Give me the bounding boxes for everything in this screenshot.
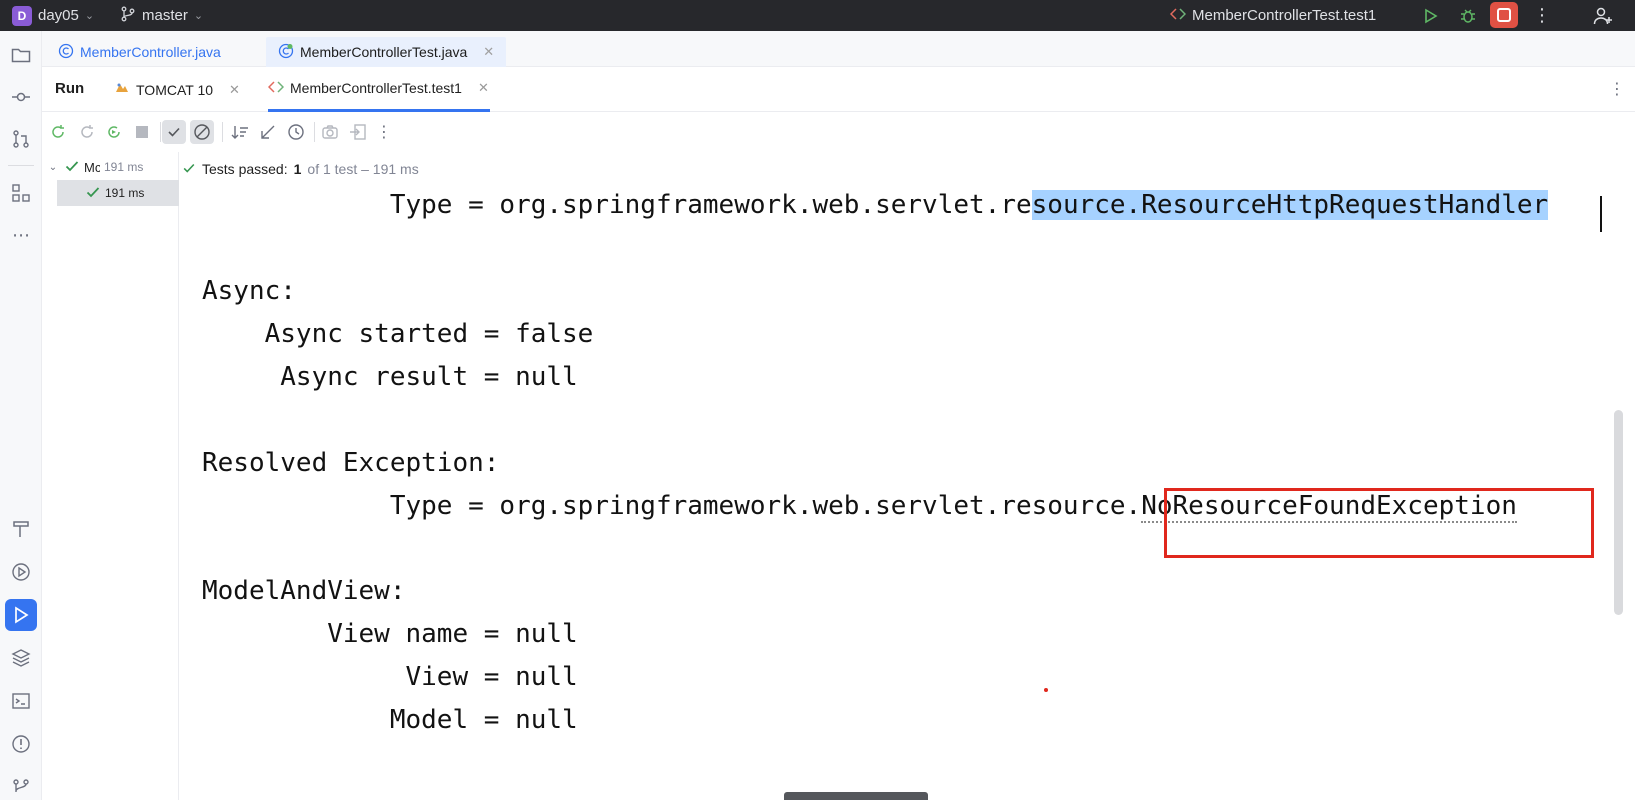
terminal-icon[interactable] bbox=[5, 685, 37, 717]
bottom-overlay-bar bbox=[784, 792, 928, 800]
test-duration: 191 ms bbox=[104, 160, 144, 174]
tab-tomcat[interactable]: TOMCAT 10 ✕ bbox=[114, 67, 240, 112]
more-options-icon[interactable]: ⋮ bbox=[1609, 79, 1625, 99]
divider bbox=[314, 122, 315, 142]
test-tree: ⌄ Mc 191 ms 191 ms bbox=[42, 152, 179, 800]
git-branch-icon bbox=[120, 6, 136, 26]
more-tools-icon[interactable]: ⋯ bbox=[5, 219, 37, 251]
show-passed-icon[interactable] bbox=[162, 120, 186, 144]
chevron-down-icon: ⌄ bbox=[84, 10, 95, 22]
console-line: Type = org.springframework.web.servlet.r… bbox=[202, 186, 1549, 224]
run-config-selector[interactable]: MemberControllerTest.test1 bbox=[1169, 0, 1377, 31]
text-caret bbox=[1600, 196, 1602, 232]
console-line: Async started = false bbox=[202, 319, 594, 349]
stop-icon[interactable] bbox=[1490, 2, 1518, 28]
close-icon[interactable]: ✕ bbox=[229, 82, 240, 98]
rerun-failed-icon[interactable] bbox=[75, 120, 99, 144]
console-line: View = null bbox=[202, 662, 578, 692]
selected-text: source.ResourceHttpRequestHandler bbox=[1031, 190, 1549, 220]
tab-label: MemberControllerTest.java bbox=[300, 44, 468, 60]
passed-count: 1 bbox=[293, 161, 302, 177]
check-icon bbox=[182, 161, 196, 178]
tab-label: MemberControllerTest.test1 bbox=[290, 80, 462, 96]
console-line: Async result = null bbox=[202, 362, 578, 392]
console-text: Type = org.springframework.web.servlet.r… bbox=[202, 190, 1032, 220]
stop-run-icon[interactable] bbox=[130, 120, 154, 144]
console-line: Resolved Exception: bbox=[202, 448, 500, 478]
branch-name: master bbox=[142, 7, 188, 24]
divider bbox=[160, 122, 161, 142]
project-selector[interactable]: D day05 ⌄ bbox=[12, 0, 94, 31]
project-name: day05 bbox=[38, 7, 79, 24]
test-duration: 191 ms bbox=[105, 186, 145, 200]
tomcat-icon bbox=[114, 80, 130, 99]
test-config-icon bbox=[1169, 6, 1187, 26]
divider bbox=[222, 122, 223, 142]
editor-tab-bar: MemberController.java MemberControllerTe… bbox=[42, 31, 1635, 67]
run-config-name: MemberControllerTest.test1 bbox=[1192, 7, 1377, 24]
pull-requests-icon[interactable] bbox=[5, 123, 37, 155]
test-config-icon bbox=[267, 79, 285, 98]
problems-icon[interactable] bbox=[5, 728, 37, 760]
rerun-icon[interactable] bbox=[46, 120, 70, 144]
project-folder-icon[interactable] bbox=[5, 39, 37, 71]
add-user-icon[interactable] bbox=[1590, 0, 1616, 31]
tab-test-run[interactable]: MemberControllerTest.test1 ✕ bbox=[267, 67, 490, 112]
services-icon[interactable] bbox=[5, 556, 37, 588]
more-icon[interactable]: ⋮ bbox=[1532, 0, 1552, 31]
annotation-highlight-box bbox=[1164, 488, 1594, 558]
test-class-label: Mc bbox=[84, 159, 100, 175]
run-tool-icon[interactable] bbox=[5, 599, 37, 631]
structure-icon[interactable] bbox=[5, 177, 37, 209]
ide-window: D day05 ⌄ master ⌄ MemberControllerTest.… bbox=[0, 0, 1635, 800]
toggle-auto-test-icon[interactable] bbox=[102, 120, 126, 144]
build-hammer-icon[interactable] bbox=[5, 513, 37, 545]
close-icon[interactable]: ✕ bbox=[478, 80, 489, 96]
more-icon[interactable]: ⋮ bbox=[372, 120, 396, 144]
vertical-scrollbar[interactable] bbox=[1614, 410, 1623, 615]
console-line: Model = null bbox=[202, 705, 578, 735]
tab-membercontroller[interactable]: MemberController.java bbox=[46, 37, 233, 67]
console-line: Async: bbox=[202, 276, 296, 306]
status-prefix: Tests passed: bbox=[202, 161, 288, 177]
test-status: Tests passed: 1 of 1 test – 191 ms bbox=[182, 154, 419, 184]
test-class-icon bbox=[278, 43, 294, 62]
pointer-dot bbox=[1044, 688, 1048, 692]
collapse-all-icon[interactable] bbox=[256, 120, 280, 144]
divider bbox=[8, 165, 34, 166]
console-text: Type = org.springframework.web.servlet.r… bbox=[202, 491, 1142, 521]
import-tests-icon[interactable] bbox=[346, 120, 370, 144]
title-bar: D day05 ⌄ master ⌄ MemberControllerTest.… bbox=[0, 0, 1635, 31]
chevron-down-icon: ⌄ bbox=[193, 10, 204, 22]
run-toolbar: ⋮ bbox=[42, 112, 1635, 152]
camera-icon[interactable] bbox=[318, 120, 342, 144]
version-control-icon[interactable] bbox=[5, 771, 37, 800]
tab-label: TOMCAT 10 bbox=[136, 81, 214, 98]
tab-label: MemberController.java bbox=[80, 44, 221, 60]
check-icon bbox=[64, 158, 80, 177]
class-icon bbox=[58, 43, 74, 62]
project-badge: D bbox=[12, 5, 32, 26]
console-line: ModelAndView: bbox=[202, 576, 406, 606]
test-tree-item[interactable]: 191 ms bbox=[57, 180, 179, 206]
debug-icon[interactable] bbox=[1456, 0, 1480, 31]
run-tool-window-header: Run TOMCAT 10 ✕ MemberControllerTest.tes… bbox=[42, 67, 1635, 112]
close-icon[interactable]: ✕ bbox=[483, 44, 494, 60]
chevron-down-icon: ⌄ bbox=[48, 161, 58, 173]
test-tree-root[interactable]: ⌄ Mc 191 ms bbox=[42, 154, 179, 180]
tool-window-strip: ⋯ bbox=[0, 31, 42, 800]
show-ignored-icon[interactable] bbox=[190, 120, 214, 144]
commit-icon[interactable] bbox=[5, 81, 37, 113]
sort-alphabetically-icon[interactable] bbox=[228, 120, 252, 144]
branch-selector[interactable]: master ⌄ bbox=[120, 0, 203, 31]
console-line: View name = null bbox=[202, 619, 578, 649]
run-window-title: Run bbox=[55, 80, 85, 97]
test-history-icon[interactable] bbox=[284, 120, 308, 144]
status-detail: of 1 test – 191 ms bbox=[307, 161, 419, 177]
run-icon[interactable] bbox=[1418, 0, 1442, 31]
tab-membercontrollertest[interactable]: MemberControllerTest.java ✕ bbox=[266, 37, 506, 67]
layers-icon[interactable] bbox=[5, 642, 37, 674]
check-icon bbox=[85, 184, 101, 203]
